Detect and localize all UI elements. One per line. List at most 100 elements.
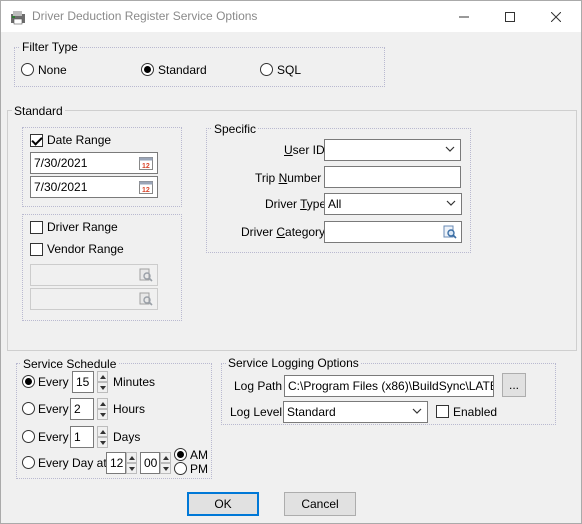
enabled-label[interactable]: Enabled bbox=[453, 405, 497, 419]
driver-type-label: Driver Type bbox=[265, 197, 326, 211]
minute-value: 00 bbox=[144, 456, 158, 470]
spin-up-icon[interactable] bbox=[97, 398, 108, 409]
pm-label[interactable]: PM bbox=[190, 462, 208, 476]
date-range-checkbox[interactable] bbox=[30, 134, 43, 147]
filter-sql-label[interactable]: SQL bbox=[277, 63, 301, 77]
spin-down-icon[interactable] bbox=[97, 409, 108, 420]
trip-number-label-pre: Trip bbox=[255, 171, 279, 185]
calendar-icon[interactable]: 12 bbox=[139, 156, 153, 170]
lookup-icon[interactable] bbox=[443, 225, 457, 239]
spin-up-icon[interactable] bbox=[97, 371, 108, 382]
days-value: 1 bbox=[74, 430, 81, 444]
date-to-field[interactable]: 7/30/2021 12 bbox=[30, 176, 158, 198]
driver-category-label-post: ategory bbox=[285, 225, 326, 239]
minutes-spinner-buttons[interactable] bbox=[97, 371, 108, 393]
driver-range-label[interactable]: Driver Range bbox=[47, 220, 118, 234]
hours-value: 2 bbox=[74, 402, 81, 416]
minute-spinner-field[interactable]: 00 bbox=[140, 452, 160, 474]
trip-number-field[interactable] bbox=[324, 166, 461, 188]
vendor-from-field[interactable] bbox=[30, 264, 158, 286]
log-level-value: Standard bbox=[287, 405, 336, 419]
driver-type-label-accel: T bbox=[300, 197, 307, 211]
spin-down-icon[interactable] bbox=[97, 382, 108, 393]
every-day-at-radio[interactable] bbox=[22, 456, 35, 469]
maximize-button[interactable] bbox=[487, 1, 533, 32]
user-id-label-post: ser ID bbox=[292, 143, 325, 157]
dialog-window: Driver Deduction Register Service Option… bbox=[0, 0, 582, 524]
spin-up-icon[interactable] bbox=[160, 452, 171, 463]
pm-radio[interactable] bbox=[174, 462, 187, 475]
filter-sql-radio[interactable] bbox=[260, 63, 273, 76]
trip-number-label: Trip Number bbox=[255, 171, 321, 185]
driver-type-label-pre: Driver bbox=[265, 197, 301, 211]
vendor-to-field[interactable] bbox=[30, 288, 158, 310]
filter-none-label[interactable]: None bbox=[38, 63, 67, 77]
driver-category-label-accel: C bbox=[276, 225, 286, 239]
minutes-spinner-field[interactable]: 15 bbox=[72, 371, 94, 393]
log-level-combo[interactable]: Standard bbox=[283, 401, 428, 423]
browse-button-label: ... bbox=[508, 378, 519, 392]
driver-category-label-pre: Driver bbox=[241, 225, 277, 239]
hour-value: 12 bbox=[110, 456, 124, 470]
filter-standard-label[interactable]: Standard bbox=[158, 63, 207, 77]
every-days-radio[interactable] bbox=[22, 430, 35, 443]
service-schedule-legend: Service Schedule bbox=[21, 357, 119, 371]
filter-standard-radio[interactable] bbox=[141, 63, 154, 76]
minute-spinner-buttons[interactable] bbox=[160, 452, 171, 474]
cancel-button[interactable]: Cancel bbox=[284, 492, 356, 516]
chevron-down-icon[interactable] bbox=[412, 406, 422, 416]
chevron-down-icon[interactable] bbox=[446, 198, 456, 208]
trip-number-label-post: umber bbox=[287, 171, 322, 185]
close-button[interactable] bbox=[533, 1, 579, 32]
driver-range-checkbox[interactable] bbox=[30, 221, 43, 234]
driver-type-combo[interactable]: All bbox=[324, 193, 462, 215]
chevron-down-icon[interactable] bbox=[445, 144, 455, 154]
hour-spinner-buttons[interactable] bbox=[126, 452, 137, 474]
am-label[interactable]: AM bbox=[190, 448, 208, 462]
date-from-field[interactable]: 7/30/2021 12 bbox=[30, 152, 158, 174]
ok-button[interactable]: OK bbox=[187, 492, 259, 516]
spin-up-icon[interactable] bbox=[97, 426, 108, 437]
vendor-range-checkbox[interactable] bbox=[30, 243, 43, 256]
browse-button[interactable]: ... bbox=[502, 373, 526, 397]
hours-spinner-buttons[interactable] bbox=[97, 398, 108, 420]
user-id-label: User ID bbox=[284, 143, 325, 157]
date-range-label[interactable]: Date Range bbox=[47, 133, 111, 147]
am-radio[interactable] bbox=[174, 448, 187, 461]
every-hours-radio[interactable] bbox=[22, 402, 35, 415]
spin-down-icon[interactable] bbox=[160, 463, 171, 474]
lookup-icon[interactable] bbox=[139, 292, 153, 306]
spin-down-icon[interactable] bbox=[97, 437, 108, 448]
calendar-icon[interactable]: 12 bbox=[139, 180, 153, 194]
every-days-label[interactable]: Every bbox=[38, 430, 69, 444]
close-icon bbox=[551, 11, 561, 22]
hours-spinner-field[interactable]: 2 bbox=[70, 398, 94, 420]
every-hours-label[interactable]: Every bbox=[38, 402, 69, 416]
days-spinner-buttons[interactable] bbox=[97, 426, 108, 448]
enabled-checkbox[interactable] bbox=[436, 405, 449, 418]
service-logging-legend: Service Logging Options bbox=[226, 356, 361, 370]
window-title: Driver Deduction Register Service Option… bbox=[32, 9, 258, 23]
title-bar: Driver Deduction Register Service Option… bbox=[1, 1, 581, 32]
every-minutes-label[interactable]: Every bbox=[38, 375, 69, 389]
spin-up-icon[interactable] bbox=[126, 452, 137, 463]
user-id-combo[interactable] bbox=[324, 139, 461, 161]
ok-button-label: OK bbox=[214, 497, 232, 511]
filter-none-radio[interactable] bbox=[21, 63, 34, 76]
date-from-value: 7/30/2021 bbox=[34, 156, 88, 170]
minimize-button[interactable] bbox=[441, 1, 487, 32]
days-unit-label: Days bbox=[113, 430, 141, 444]
minutes-unit-label: Minutes bbox=[113, 375, 156, 389]
log-path-field[interactable]: C:\Program Files (x86)\BuildSync\LATE bbox=[284, 375, 494, 397]
hour-spinner-field[interactable]: 12 bbox=[106, 452, 126, 474]
every-minutes-radio[interactable] bbox=[22, 375, 35, 388]
driver-type-value: All bbox=[328, 197, 342, 211]
every-day-at-label[interactable]: Every Day at bbox=[38, 456, 107, 470]
days-spinner-field[interactable]: 1 bbox=[70, 426, 94, 448]
lookup-icon[interactable] bbox=[139, 268, 153, 282]
driver-category-field[interactable] bbox=[324, 221, 462, 243]
specific-legend: Specific bbox=[212, 122, 259, 136]
filter-type-legend: Filter Type bbox=[20, 40, 80, 54]
spin-down-icon[interactable] bbox=[126, 463, 137, 474]
vendor-range-label[interactable]: Vendor Range bbox=[47, 242, 124, 256]
